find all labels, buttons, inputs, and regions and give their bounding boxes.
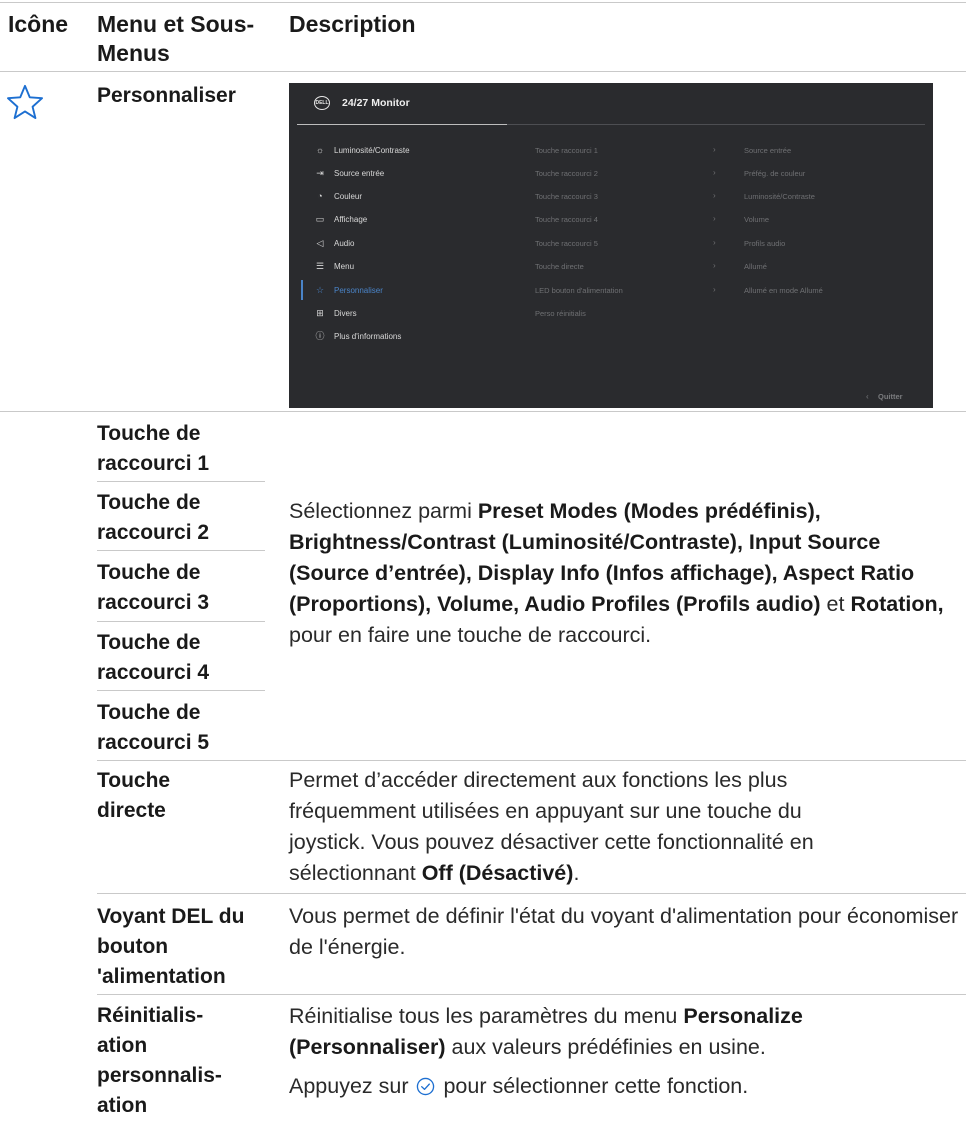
shortcut-key-1-label: Touche de raccourci 1 [97, 422, 210, 475]
shortcut-key-3-label: Touche de raccourci 3 [97, 561, 210, 614]
speaker-icon: ◁ [316, 238, 324, 248]
osd-quit-button[interactable]: Quitter [878, 392, 903, 401]
header-menu-column: Menu et Sous-Menus [97, 11, 255, 66]
display-icon: ▭ [315, 214, 325, 224]
others-icon: ⊞ [316, 308, 324, 318]
check-circle-icon [417, 1077, 435, 1096]
row-divider [97, 760, 966, 761]
osd-screenshot: DELL 24/27 Monitor ☼ Luminosité/Contrast… [289, 83, 933, 408]
reset-instruction-pre: Appuyez sur [289, 1074, 415, 1098]
osd-menu-item-selected[interactable]: Personnaliser [334, 286, 383, 295]
osd-submenu-value: Volume [744, 215, 770, 224]
shortcut-key-4-label: Touche de raccourci 4 [97, 631, 210, 684]
shortcut-desc-end: pour en faire une touche de raccourci. [289, 623, 652, 647]
osd-submenu-item[interactable]: Touche raccourci 2 [535, 169, 598, 178]
osd-submenu-item[interactable]: Perso réinitialis [535, 309, 586, 318]
osd-submenu-value: Profils audio [744, 239, 786, 248]
personalize-reset-label: Réinitialis-ation personnalis-ation [97, 1004, 222, 1117]
row-divider [0, 411, 966, 412]
row-divider [97, 550, 265, 551]
osd-menu-item[interactable]: Plus d'informations [334, 332, 401, 341]
osd-menu-item[interactable]: Divers [334, 309, 357, 318]
table-top-border [0, 2, 966, 3]
osd-submenu-item[interactable]: LED bouton d'alimentation [535, 286, 623, 295]
row-divider [97, 690, 265, 691]
direct-desc-end: . [573, 861, 580, 885]
input-icon: ⇥ [316, 168, 324, 178]
shortcut-key-description: Sélectionnez parmi Preset Modes (Modes p… [289, 496, 964, 651]
shortcut-key-5-label: Touche de raccourci 5 [97, 701, 210, 754]
shortcut-desc-mid: et [820, 592, 851, 616]
row-divider [97, 893, 966, 894]
chevron-right-icon: › [713, 191, 716, 200]
info-icon: ⓘ [315, 331, 325, 341]
star-icon [7, 84, 43, 120]
personalize-reset-description: Réinitialise tous les paramètres du menu… [289, 1001, 949, 1063]
osd-submenu-item[interactable]: Touche raccourci 5 [535, 239, 598, 248]
shortcut-desc-rotation: Rotation, [850, 592, 944, 616]
osd-menu-item[interactable]: Menu [334, 262, 354, 271]
osd-selection-indicator [301, 280, 303, 300]
direct-desc-off: Off (Désactivé) [421, 861, 574, 885]
osd-title-underline [297, 124, 507, 125]
reset-desc-text: Réinitialise tous les paramètres du menu [289, 1004, 684, 1028]
osd-submenu-value: Préfég. de couleur [744, 169, 806, 178]
header-icon-column: Icône [8, 11, 69, 37]
osd-submenu-item[interactable]: Touche raccourci 1 [535, 146, 598, 155]
osd-submenu-value: Luminosité/Contraste [744, 192, 815, 201]
chevron-right-icon: › [713, 145, 716, 154]
header-description-column: Description [289, 11, 416, 37]
sun-icon: ☼ [315, 145, 325, 155]
chevron-right-icon: › [713, 285, 716, 294]
osd-submenu-value: Source entrée [744, 146, 792, 155]
chevron-left-icon: ‹ [866, 392, 869, 401]
power-led-label: Voyant DEL du bouton 'alimentation [97, 905, 245, 988]
reset-instruction-post: pour sélectionner cette fonction. [437, 1074, 749, 1098]
direct-key-label: Touche directe [97, 769, 171, 822]
power-led-description: Vous permet de définir l'état du voyant … [289, 904, 959, 959]
osd-submenu-item[interactable]: Touche raccourci 4 [535, 215, 598, 224]
header-bottom-border [0, 71, 966, 72]
menu-icon: ☰ [315, 261, 325, 271]
personalize-reset-instruction: Appuyez sur pour sélectionner cette fonc… [289, 1071, 949, 1102]
reset-desc-end: aux valeurs prédéfinies en usine. [445, 1035, 766, 1059]
chevron-right-icon: › [713, 168, 716, 177]
osd-menu-item[interactable]: Luminosité/Contraste [334, 146, 410, 155]
palette-icon: ◔ [317, 191, 323, 201]
chevron-right-icon: › [713, 238, 716, 247]
osd-submenu-item[interactable]: Touche directe [535, 262, 584, 271]
star-icon: ☆ [315, 285, 325, 295]
osd-submenu-value: Allumé [744, 262, 767, 271]
row-divider [97, 481, 265, 482]
osd-divider [507, 124, 925, 125]
osd-submenu-value: Allumé en mode Allumé [744, 286, 823, 295]
osd-menu-item[interactable]: Audio [334, 239, 354, 248]
chevron-right-icon: › [713, 261, 716, 270]
osd-menu-item[interactable]: Affichage [334, 215, 367, 224]
section-title: Personnaliser [97, 84, 236, 107]
shortcut-key-2-label: Touche de raccourci 2 [97, 491, 210, 544]
direct-key-description: Permet d’accéder directement aux fonctio… [289, 765, 879, 889]
chevron-right-icon: › [713, 214, 716, 223]
osd-title: 24/27 Monitor [342, 97, 410, 109]
osd-menu-item[interactable]: Couleur [334, 192, 362, 201]
dell-logo: DELL [314, 96, 330, 110]
osd-menu-item[interactable]: Source entrée [334, 169, 384, 178]
osd-submenu-item[interactable]: Touche raccourci 3 [535, 192, 598, 201]
shortcut-desc-intro: Sélectionnez parmi [289, 499, 478, 523]
row-divider [97, 994, 966, 995]
row-divider [97, 621, 265, 622]
